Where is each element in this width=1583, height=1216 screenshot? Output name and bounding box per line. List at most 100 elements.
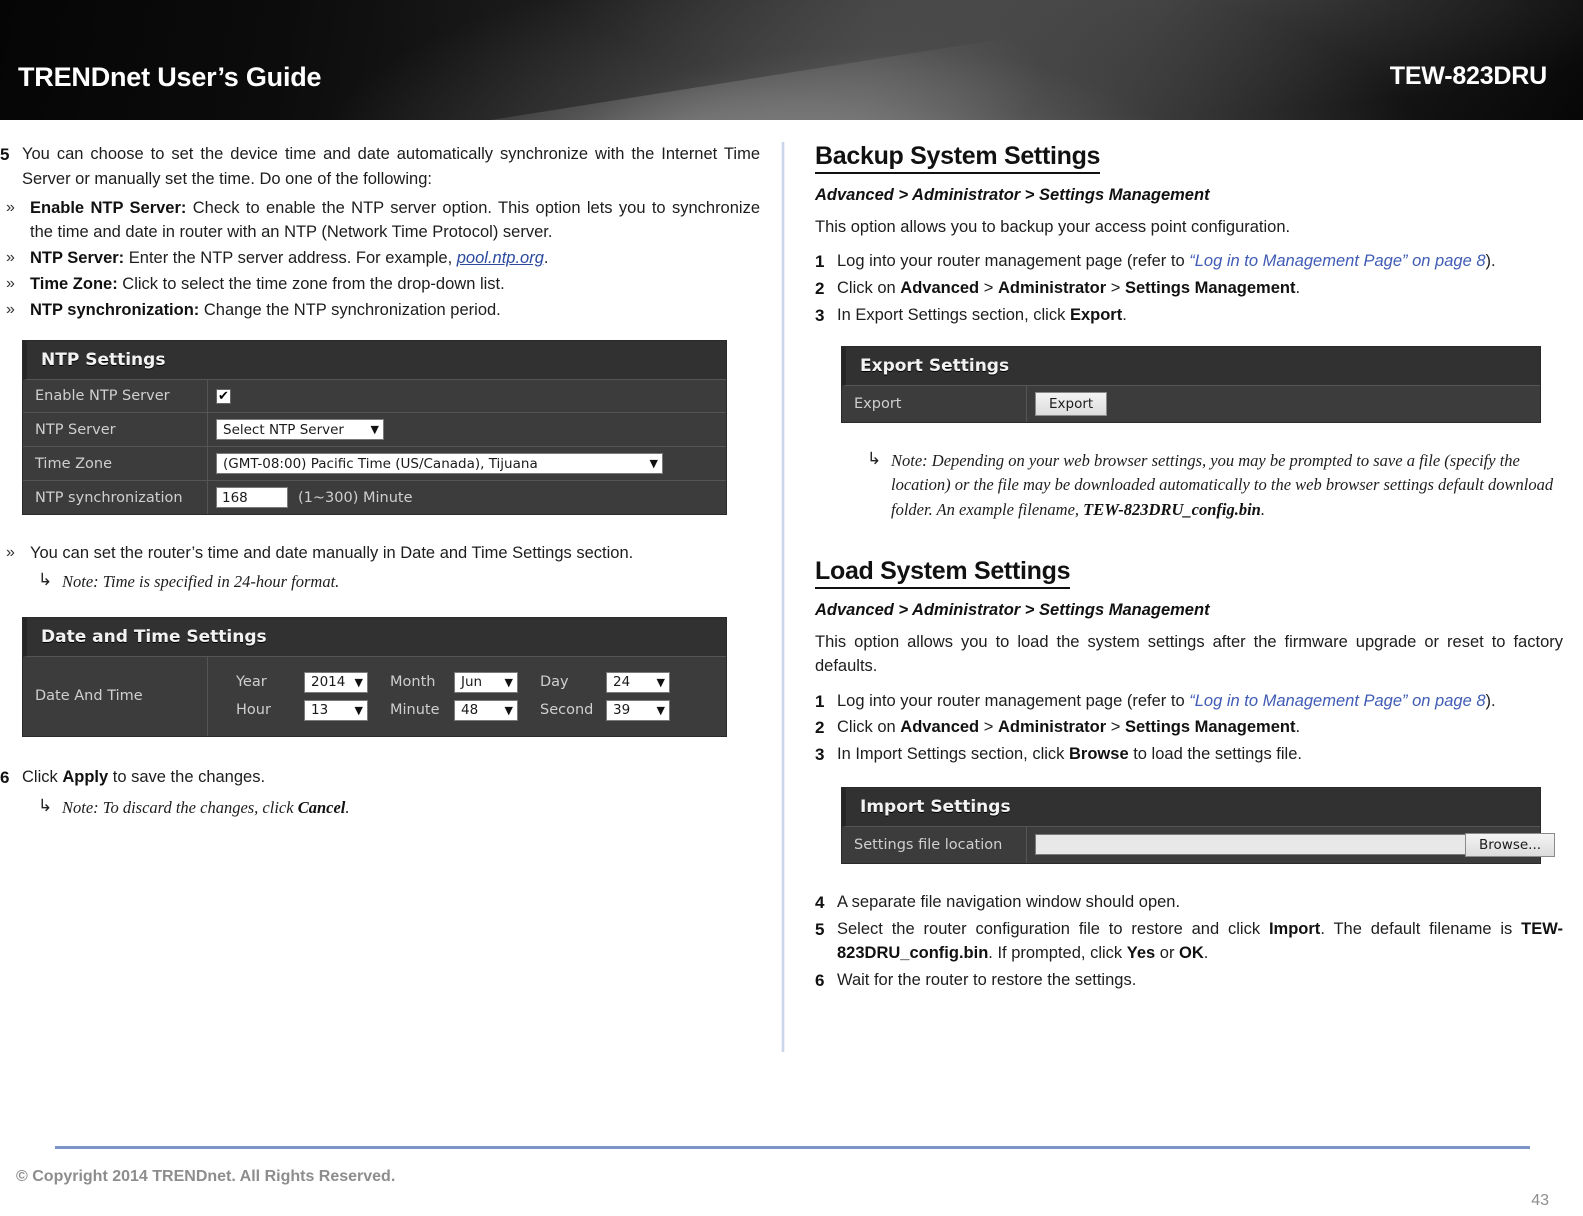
chevron-down-icon: ▼ bbox=[656, 675, 665, 689]
chevron-down-icon: ▼ bbox=[354, 703, 363, 717]
ntp-server-label: NTP Server bbox=[23, 413, 208, 447]
bullet-chevron-icon: » bbox=[6, 249, 15, 266]
load-step-3-pre: In Import Settings section, click bbox=[837, 745, 1070, 764]
bullet-enable-ntp-server: » Enable NTP Server: Check to enable the… bbox=[0, 196, 760, 246]
ntp-row-timezone: Time Zone (GMT-08:00) Pacific Time (US/C… bbox=[23, 447, 726, 482]
backup-system-settings-heading: Backup System Settings bbox=[815, 142, 1100, 174]
ok-button-reference: OK bbox=[1179, 944, 1204, 963]
load-step-5-mid2: . If prompted, click bbox=[988, 944, 1127, 963]
load-step-2-post: . bbox=[1295, 718, 1301, 737]
month-select[interactable]: Jun ▼ bbox=[454, 671, 518, 693]
ntp-server-select[interactable]: Select NTP Server ▼ bbox=[216, 419, 384, 441]
sep-1: > bbox=[979, 718, 998, 737]
second-select[interactable]: 39 ▼ bbox=[606, 699, 670, 721]
ntp-sync-label: NTP synchronization bbox=[23, 481, 208, 515]
load-step-4: 4 A separate file navigation window shou… bbox=[815, 890, 1563, 915]
year-select[interactable]: 2014 ▼ bbox=[304, 671, 368, 693]
second-caption: Second bbox=[540, 702, 594, 719]
backup-intro-text: This option allows you to backup your ac… bbox=[815, 218, 1291, 236]
login-management-page-xref[interactable]: “Log in to Management Page” on page 8 bbox=[1189, 692, 1485, 710]
note-browser-download: ↳ Note: Depending on your web browser se… bbox=[865, 449, 1563, 523]
document-page: TRENDnet User’s Guide TEW-823DRU 5 You c… bbox=[0, 0, 1583, 1216]
load-step-6-text: Wait for the router to restore the setti… bbox=[837, 971, 1137, 990]
menu-advanced: Advanced bbox=[900, 718, 980, 737]
ntp-row-sync: NTP synchronization 168 (1~300) Minute bbox=[23, 481, 726, 515]
hour-select[interactable]: 13 ▼ bbox=[304, 699, 368, 721]
sep-2: > bbox=[1106, 279, 1125, 298]
load-intro-text: This option allows you to load the syste… bbox=[815, 632, 1563, 676]
load-step-5-number: 5 bbox=[815, 919, 825, 939]
export-row-field: Export bbox=[1027, 386, 1540, 422]
banner-sheen-decoration bbox=[153, 0, 1583, 120]
note-hook-icon: ↳ bbox=[38, 570, 53, 590]
load-step-3: 3 In Import Settings section, click Brow… bbox=[815, 742, 1563, 767]
bullet-ntp-server-text-after: . bbox=[543, 249, 549, 267]
load-step-5-mid: . The default filename is bbox=[1320, 919, 1522, 938]
day-select[interactable]: 24 ▼ bbox=[606, 671, 670, 693]
load-breadcrumb: Advanced > Administrator > Settings Mana… bbox=[815, 600, 1210, 619]
date-time-fields: Year 2014 ▼ Month Jun ▼ Day 24 ▼ Hour 13… bbox=[208, 657, 726, 736]
bullet-chevron-icon: » bbox=[6, 544, 15, 562]
load-step-2-number: 2 bbox=[815, 718, 825, 738]
menu-administrator: Administrator bbox=[997, 718, 1107, 737]
backup-step-1: 1 Log into your router management page (… bbox=[815, 249, 1563, 274]
login-management-page-xref[interactable]: “Log in to Management Page” on page 8 bbox=[1189, 252, 1485, 270]
import-row-label: Settings file location bbox=[842, 826, 1027, 863]
load-step-4-number: 4 bbox=[815, 892, 825, 912]
month-caption: Month bbox=[390, 674, 436, 691]
bullet-manual-datetime-text: You can set the router’s time and date m… bbox=[30, 544, 634, 563]
note-discard-post: . bbox=[345, 797, 350, 817]
bullet-ntp-sync-text: Change the NTP synchronization period. bbox=[199, 300, 501, 319]
ntp-enable-field: ✔ bbox=[208, 380, 726, 412]
year-caption: Year bbox=[236, 674, 267, 691]
chevron-down-icon: ▼ bbox=[504, 675, 513, 689]
date-time-panel-title: Date and Time Settings bbox=[23, 617, 726, 657]
note-discard-changes: ↳ Note: To discard the changes, click Ca… bbox=[36, 796, 760, 821]
year-select-value: 2014 bbox=[311, 674, 346, 691]
backup-step-3: 3 In Export Settings section, click Expo… bbox=[815, 303, 1563, 328]
ntp-settings-panel: NTP Settings Enable NTP Server ✔ NTP Ser… bbox=[22, 340, 727, 516]
footer-rule bbox=[55, 1146, 1530, 1149]
pool-ntp-org-link[interactable]: pool.ntp.org bbox=[457, 249, 544, 267]
time-zone-select[interactable]: (GMT-08:00) Pacific Time (US/Canada), Ti… bbox=[216, 453, 663, 475]
browse-button[interactable]: Browse... bbox=[1465, 832, 1556, 857]
load-step-5-mid3: or bbox=[1155, 944, 1180, 963]
date-time-row-label: Date And Time bbox=[23, 656, 208, 736]
step-6-post: to save the changes. bbox=[108, 767, 266, 786]
bullet-ntp-server: » NTP Server: Enter the NTP server addre… bbox=[0, 246, 760, 271]
footer-page-number: 43 bbox=[1531, 1192, 1549, 1209]
enable-ntp-server-checkbox[interactable]: ✔ bbox=[216, 388, 231, 404]
bullet-chevron-icon: » bbox=[6, 198, 15, 216]
footer-copyright: © Copyright 2014 TRENDnet. All Rights Re… bbox=[16, 1168, 396, 1185]
date-line: Year 2014 ▼ Month Jun ▼ Day 24 ▼ bbox=[236, 671, 670, 693]
step-5-text: You can choose to set the device time an… bbox=[22, 145, 760, 188]
export-button-reference: Export bbox=[1069, 305, 1123, 324]
bullet-time-zone-text: Click to select the time zone from the d… bbox=[117, 274, 505, 293]
import-settings-panel-title: Import Settings bbox=[842, 787, 1540, 827]
ntp-sync-input[interactable]: 168 bbox=[216, 487, 288, 509]
date-time-grid: Year 2014 ▼ Month Jun ▼ Day 24 ▼ Hour 13… bbox=[236, 663, 670, 730]
chevron-down-icon: ▼ bbox=[656, 703, 665, 717]
load-step-4-text: A separate file navigation window should… bbox=[837, 892, 1181, 911]
bullet-ntp-synchronization: » NTP synchronization: Change the NTP sy… bbox=[0, 298, 760, 323]
apply-button-reference: Apply bbox=[62, 767, 109, 786]
backup-step-2-number: 2 bbox=[815, 279, 825, 299]
export-row: Export Export bbox=[842, 385, 1540, 422]
step-5-number: 5 bbox=[0, 145, 10, 164]
minute-caption: Minute bbox=[390, 702, 440, 719]
bullet-time-zone: » Time Zone: Click to select the time zo… bbox=[0, 272, 760, 297]
settings-file-location-input[interactable] bbox=[1035, 834, 1467, 856]
export-button[interactable]: Export bbox=[1035, 391, 1108, 416]
note-browser-download-part2: . bbox=[1260, 500, 1265, 520]
page-header-banner: TRENDnet User’s Guide TEW-823DRU bbox=[0, 0, 1583, 120]
sep-1: > bbox=[979, 279, 998, 298]
note-hook-icon: ↳ bbox=[867, 448, 882, 469]
bullet-time-zone-label: Time Zone: bbox=[30, 274, 118, 293]
export-settings-panel: Export Settings Export Export bbox=[841, 345, 1541, 423]
chevron-down-icon: ▼ bbox=[504, 703, 513, 717]
time-line: Hour 13 ▼ Minute 48 ▼ Second 39 ▼ bbox=[236, 699, 670, 721]
ntp-row-enable: Enable NTP Server ✔ bbox=[23, 380, 726, 414]
day-caption: Day bbox=[540, 674, 569, 691]
ntp-row-server: NTP Server Select NTP Server ▼ bbox=[23, 413, 726, 448]
minute-select[interactable]: 48 ▼ bbox=[454, 699, 518, 721]
